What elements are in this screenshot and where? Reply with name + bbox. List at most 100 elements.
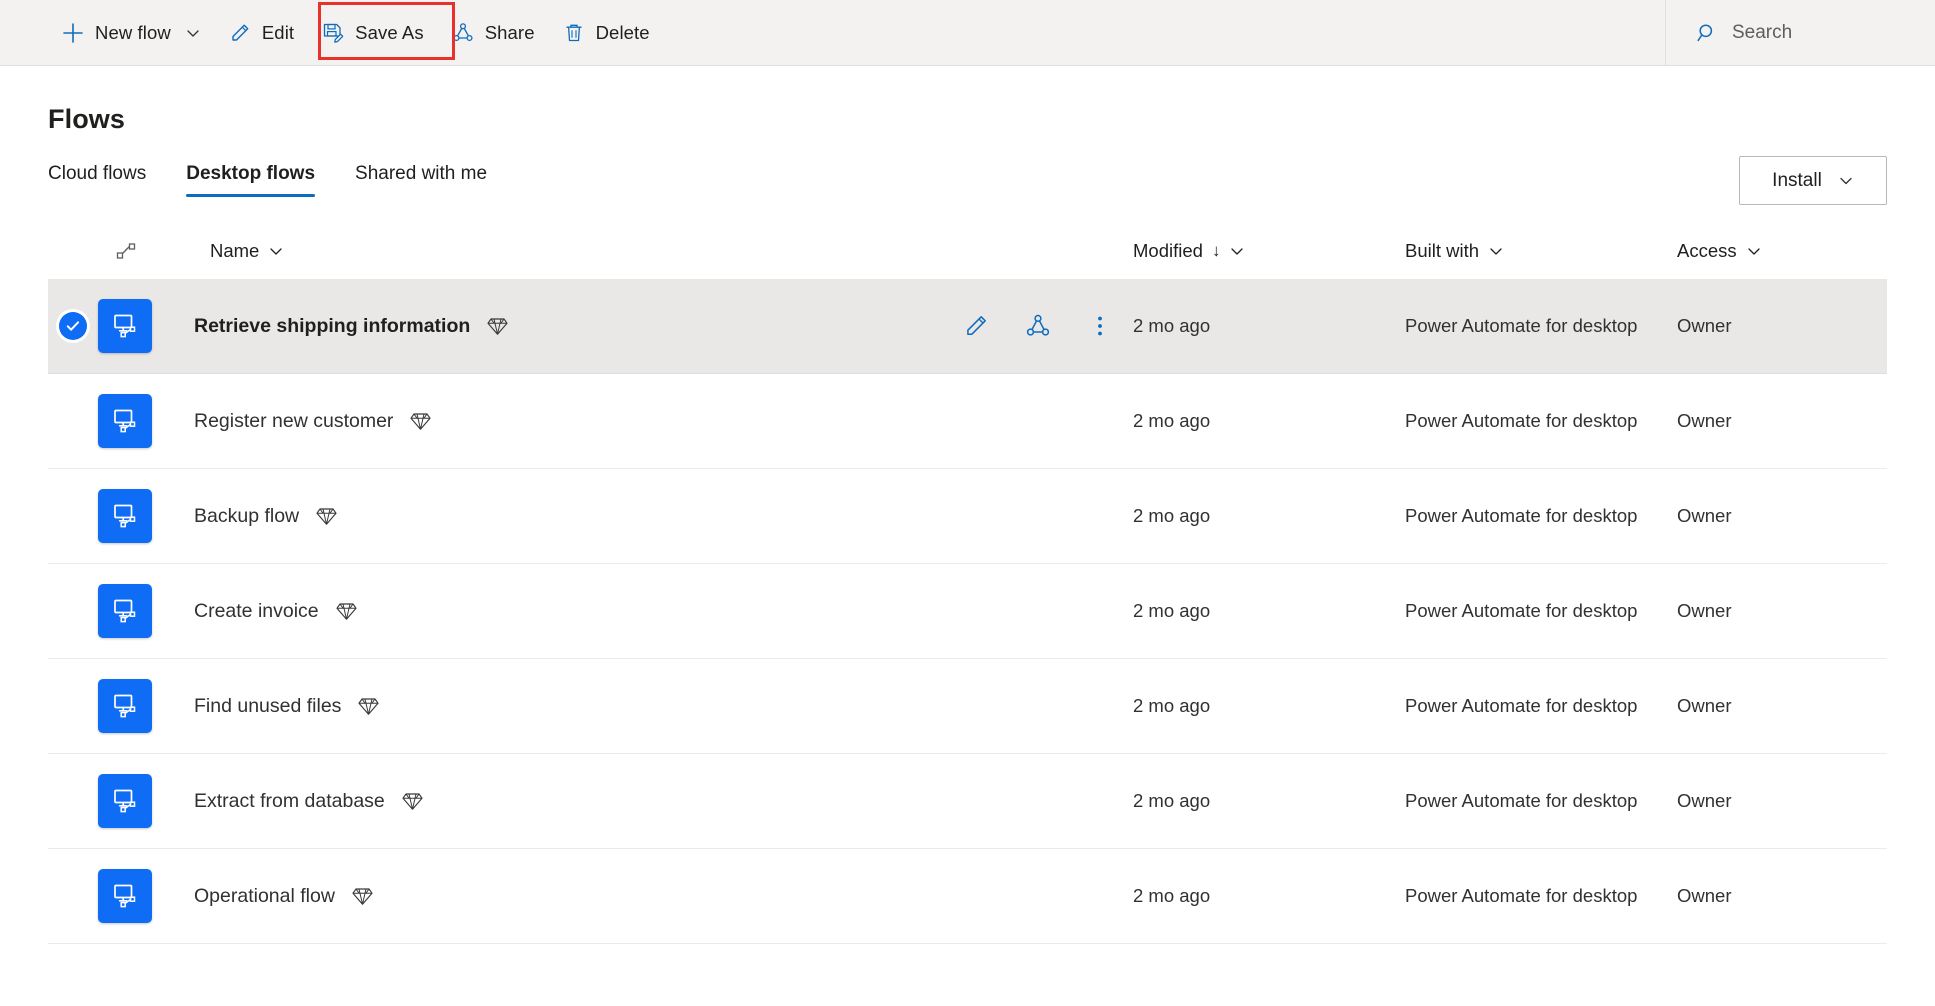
flow-name-link[interactable]: Create invoice: [194, 600, 319, 623]
new-flow-button[interactable]: New flow: [48, 0, 215, 65]
access-value: Owner: [1677, 410, 1732, 431]
premium-gem-icon: [358, 696, 379, 717]
flow-name-link[interactable]: Register new customer: [194, 410, 393, 433]
install-button[interactable]: Install: [1739, 156, 1887, 205]
desktop-flow-tile[interactable]: [98, 394, 194, 448]
share-label: Share: [484, 21, 535, 43]
flow-name-link[interactable]: Operational flow: [194, 885, 335, 908]
desktop-flow-tile[interactable]: [98, 299, 194, 353]
modified-value: 2 mo ago: [1133, 315, 1211, 336]
flows-table: Name Modified ↓ Built with Access Retrie…: [0, 223, 1935, 944]
built-with-value: Power Automate for desktop: [1405, 600, 1638, 621]
modified-value: 2 mo ago: [1133, 410, 1211, 431]
row-share-button[interactable]: [1025, 313, 1051, 339]
column-header-modified-label: Modified: [1133, 240, 1203, 261]
row-edit-button[interactable]: [963, 313, 989, 339]
table-row[interactable]: Extract from database 2 mo ago Power Aut…: [48, 754, 1887, 849]
search-input[interactable]: Search: [1665, 0, 1935, 65]
tab-desktop-flows[interactable]: Desktop flows: [166, 163, 335, 197]
flow-name-link[interactable]: Extract from database: [194, 790, 385, 813]
built-with-cell: Power Automate for desktop: [1405, 315, 1677, 337]
command-bar-buttons: New flow Edit Save As Share Delete: [0, 0, 664, 65]
access-cell: Owner: [1677, 505, 1887, 527]
share-button[interactable]: Share: [438, 0, 549, 65]
chevron-down-icon: [1838, 173, 1854, 189]
desktop-flow-tile[interactable]: [98, 869, 194, 923]
checkmark-icon: [59, 312, 87, 340]
column-header-built-with[interactable]: Built with: [1405, 240, 1677, 262]
flow-name-link[interactable]: Find unused files: [194, 695, 341, 718]
search-icon: [1696, 22, 1718, 44]
modified-value: 2 mo ago: [1133, 505, 1211, 526]
table-row[interactable]: Find unused files 2 mo ago Power Automat…: [48, 659, 1887, 754]
built-with-cell: Power Automate for desktop: [1405, 885, 1677, 907]
modified-cell: 2 mo ago: [1133, 790, 1405, 812]
save-as-button[interactable]: Save As: [308, 0, 438, 65]
built-with-cell: Power Automate for desktop: [1405, 410, 1677, 432]
table-row[interactable]: Register new customer 2 mo ago Power Aut…: [48, 374, 1887, 469]
access-value: Owner: [1677, 600, 1732, 621]
row-actions: [963, 313, 1133, 339]
edit-label: Edit: [261, 21, 295, 43]
table-row[interactable]: Operational flow 2 mo ago Power Automate…: [48, 849, 1887, 944]
desktop-flow-icon: [98, 774, 152, 828]
column-header-modified[interactable]: Modified ↓: [1133, 240, 1405, 262]
page-header: Flows Install: [0, 66, 1935, 205]
share-icon: [452, 22, 474, 44]
access-value: Owner: [1677, 315, 1732, 336]
access-value: Owner: [1677, 885, 1732, 906]
flow-connector-icon: [98, 239, 210, 263]
flows-tablist: Cloud flows Desktop flows Shared with me: [0, 163, 1935, 197]
built-with-value: Power Automate for desktop: [1405, 885, 1638, 906]
pencil-icon: [229, 22, 251, 44]
flow-name-link[interactable]: Retrieve shipping information: [194, 315, 470, 338]
edit-button[interactable]: Edit: [215, 0, 308, 65]
table-row[interactable]: Backup flow 2 mo ago Power Automate for …: [48, 469, 1887, 564]
chevron-down-icon: [185, 25, 201, 41]
modified-cell: 2 mo ago: [1133, 695, 1405, 717]
search-placeholder: Search: [1732, 21, 1793, 43]
premium-gem-icon: [487, 316, 508, 337]
desktop-flow-tile[interactable]: [98, 679, 194, 733]
table-body: Retrieve shipping information 2 mo ago P…: [48, 279, 1887, 944]
flow-name-cell[interactable]: Find unused files: [194, 695, 963, 718]
desktop-flow-tile[interactable]: [98, 489, 194, 543]
trash-icon: [563, 22, 585, 44]
premium-gem-icon: [316, 506, 337, 527]
built-with-value: Power Automate for desktop: [1405, 790, 1638, 811]
tab-shared-with-me[interactable]: Shared with me: [335, 163, 507, 197]
modified-value: 2 mo ago: [1133, 885, 1211, 906]
column-header-access[interactable]: Access: [1677, 240, 1887, 262]
access-cell: Owner: [1677, 790, 1887, 812]
desktop-flow-tile[interactable]: [98, 774, 194, 828]
modified-cell: 2 mo ago: [1133, 410, 1405, 432]
flow-name-cell[interactable]: Create invoice: [194, 600, 963, 623]
desktop-flow-icon: [98, 489, 152, 543]
table-row[interactable]: Create invoice 2 mo ago Power Automate f…: [48, 564, 1887, 659]
built-with-value: Power Automate for desktop: [1405, 315, 1638, 336]
delete-button[interactable]: Delete: [549, 0, 664, 65]
modified-value: 2 mo ago: [1133, 695, 1211, 716]
sort-descending-icon: ↓: [1211, 241, 1221, 260]
row-more-options-button[interactable]: [1087, 313, 1113, 339]
access-value: Owner: [1677, 505, 1732, 526]
access-cell: Owner: [1677, 600, 1887, 622]
table-row[interactable]: Retrieve shipping information 2 mo ago P…: [48, 279, 1887, 374]
flow-name-cell[interactable]: Register new customer: [194, 410, 963, 433]
new-flow-label: New flow: [95, 21, 171, 43]
tab-cloud-flows[interactable]: Cloud flows: [28, 163, 166, 197]
modified-cell: 2 mo ago: [1133, 600, 1405, 622]
save-as-label: Save As: [355, 21, 424, 43]
flow-name-link[interactable]: Backup flow: [194, 505, 299, 528]
access-cell: Owner: [1677, 695, 1887, 717]
row-checkbox[interactable]: [48, 312, 98, 340]
chevron-down-icon: [1488, 243, 1504, 259]
flow-name-cell[interactable]: Extract from database: [194, 790, 963, 813]
flow-name-cell[interactable]: Operational flow: [194, 885, 963, 908]
column-header-name-label: Name: [210, 240, 260, 261]
desktop-flow-tile[interactable]: [98, 584, 194, 638]
flow-name-cell[interactable]: Backup flow: [194, 505, 963, 528]
column-header-name[interactable]: Name: [210, 240, 963, 262]
flow-name-cell[interactable]: Retrieve shipping information: [194, 315, 963, 338]
desktop-flow-icon: [98, 299, 152, 353]
